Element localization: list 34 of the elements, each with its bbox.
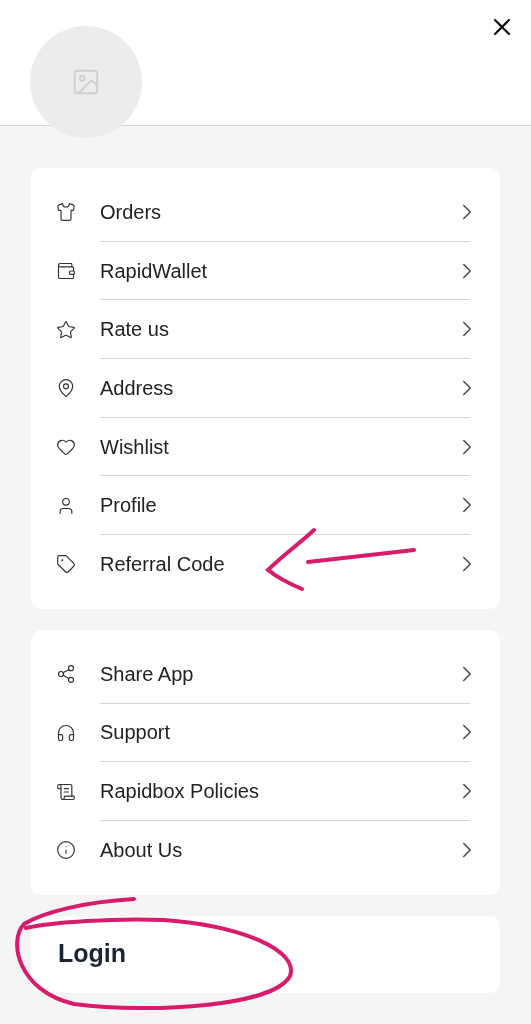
menu-item[interactable]: Share App (31, 644, 500, 704)
shirt-icon (56, 202, 76, 223)
menu-item[interactable]: Rate us (31, 300, 500, 360)
image-icon (71, 67, 101, 97)
menu-label: Address (100, 375, 175, 401)
menu-label: Orders (100, 199, 163, 225)
menu-label: Rate us (100, 317, 170, 343)
menu-item[interactable]: Referral Code (31, 535, 500, 594)
headphones-icon (56, 722, 76, 743)
star-icon (56, 319, 76, 340)
menu-label: Profile (100, 493, 158, 519)
document-icon (56, 781, 76, 802)
menu-label: Rapidbox Policies (100, 779, 260, 805)
menu-label: RapidWallet (100, 258, 209, 284)
menu-label: About Us (100, 838, 184, 864)
share-icon (56, 664, 76, 685)
menu-item[interactable]: Address (31, 359, 500, 418)
tag-icon (56, 554, 76, 575)
menu-item[interactable]: Support (31, 703, 500, 763)
info-icon (56, 840, 76, 861)
menu-item[interactable]: Orders (31, 183, 500, 242)
menu-label: Wishlist (100, 434, 170, 460)
menu-label: Referral Code (100, 552, 226, 578)
menu-label: Support (100, 720, 172, 746)
menu-item[interactable]: Profile (31, 476, 500, 536)
menu-label: Share App (100, 661, 195, 687)
menu-item[interactable]: About Us (31, 820, 500, 880)
menu-item[interactable]: Wishlist (31, 417, 500, 477)
wallet-icon (56, 261, 76, 282)
menu-item[interactable]: RapidWallet (31, 241, 500, 301)
login-button[interactable]: Login (31, 915, 500, 993)
location-pin-icon (56, 378, 76, 399)
menu-item[interactable]: Rapidbox Policies (31, 762, 500, 821)
heart-icon (56, 437, 76, 458)
